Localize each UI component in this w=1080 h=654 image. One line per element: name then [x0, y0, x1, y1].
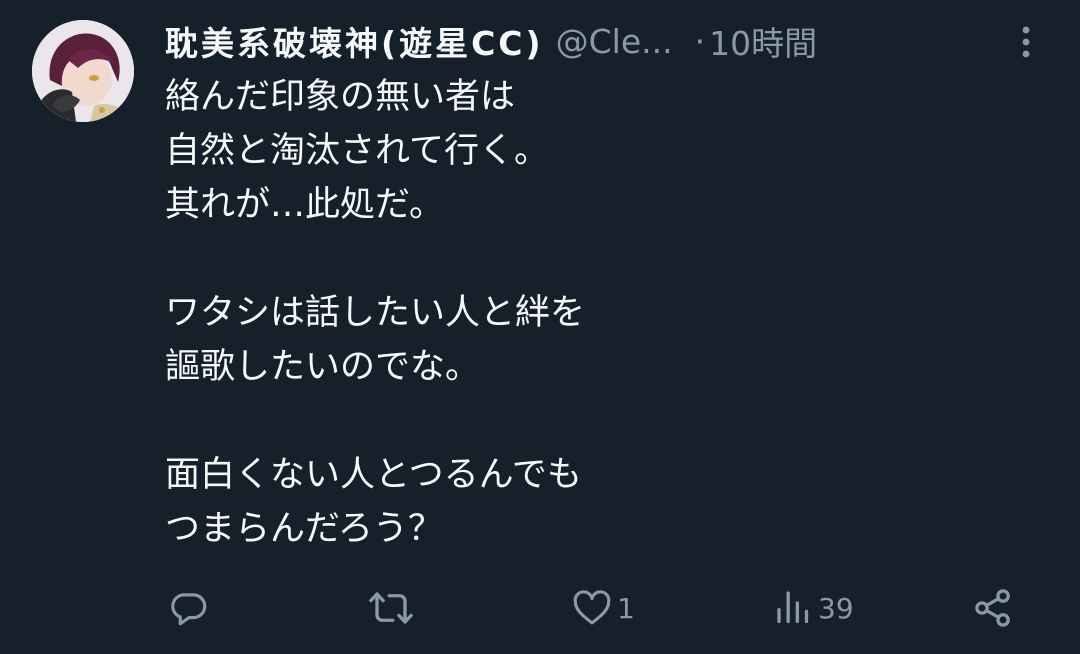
separator-dot: ·	[694, 21, 706, 61]
retweet-button[interactable]	[368, 580, 418, 636]
tweet-text-line	[165, 232, 1045, 286]
tweet[interactable]: 耽美系破壊神(遊星CC) @Cle... · 10時間 絡んだ印象の無い者は 自…	[0, 0, 1080, 654]
display-name[interactable]: 耽美系破壊神(遊星CC)	[165, 17, 544, 65]
avatar[interactable]	[32, 20, 134, 122]
tweet-text-line: 自然と淘汰されて行く。	[165, 131, 549, 171]
tweet-text-line: つまらんだろう？	[165, 509, 443, 549]
tweet-text: 絡んだ印象の無い者は 自然と淘汰されて行く。 其れが…此処だ。 ワタシは話したい…	[165, 70, 1045, 556]
more-options-button[interactable]	[1010, 22, 1042, 62]
tweet-text-line: 絡んだ印象の無い者は	[165, 77, 516, 117]
user-handle[interactable]: @Cle...	[556, 22, 673, 61]
like-button[interactable]: 1	[571, 580, 635, 636]
tweet-text-line: 謳歌したいのでな。	[165, 347, 481, 387]
reply-button[interactable]	[168, 580, 214, 636]
views-icon	[777, 591, 809, 623]
reply-icon	[171, 593, 207, 626]
views-button[interactable]: 39	[774, 580, 854, 636]
tweet-actions: 1 39	[0, 580, 1080, 636]
retweet-icon	[369, 592, 413, 624]
tweet-text-line: 其れが…此処だ。	[165, 185, 444, 225]
heart-icon	[573, 590, 611, 625]
timestamp[interactable]: 10時間	[709, 17, 817, 65]
share-button[interactable]	[971, 580, 1015, 636]
tweet-text-line: ワタシは話したい人と絆を	[165, 293, 586, 333]
more-vertical-icon	[1022, 26, 1030, 58]
like-count: 1	[617, 591, 635, 625]
tweet-header: 耽美系破壊神(遊星CC) @Cle... · 10時間	[165, 16, 1045, 66]
share-icon	[975, 589, 1010, 627]
tweet-text-line: 面白くない人とつるんでも	[165, 455, 582, 495]
views-count: 39	[818, 591, 854, 625]
tweet-text-line	[165, 394, 1045, 448]
